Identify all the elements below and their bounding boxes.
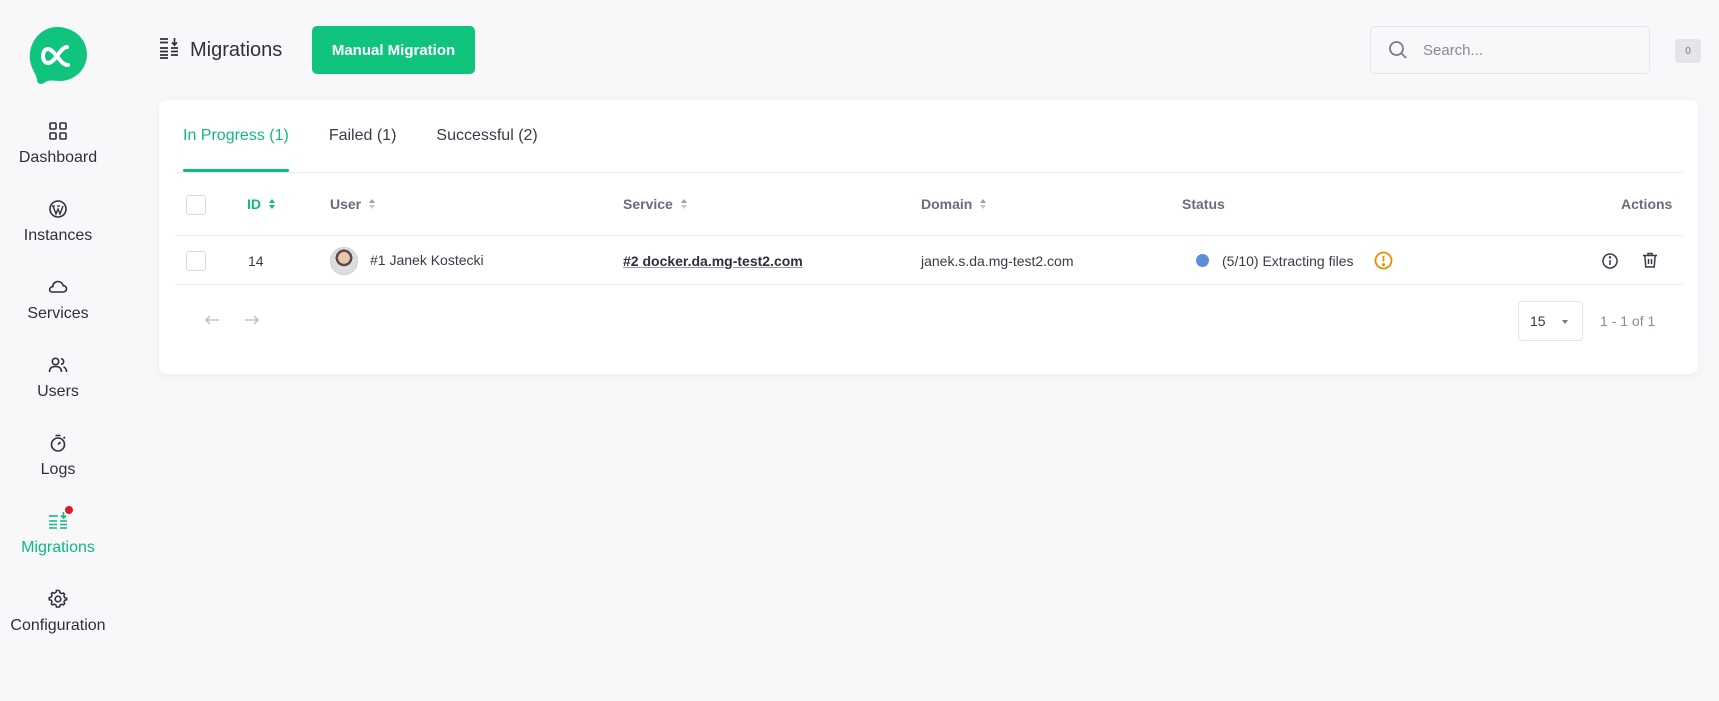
status-dot: [1196, 254, 1209, 267]
column-label: Status: [1182, 196, 1225, 212]
column-header-actions: Actions: [1621, 196, 1672, 212]
sidebar-item-instances[interactable]: Instances: [0, 198, 116, 268]
sidebar-item-label: Instances: [23, 227, 93, 244]
cell-id: 14: [248, 253, 264, 269]
pagination-range: 1 - 1 of 1: [1600, 313, 1656, 329]
column-header-status: Status: [1182, 196, 1225, 212]
prev-page-icon[interactable]: [203, 313, 221, 327]
warning-icon[interactable]: [1374, 251, 1393, 270]
timer-icon: [47, 432, 69, 454]
sidebar: Dashboard Instances Services Users Logs …: [0, 0, 116, 701]
sidebar-item-migrations[interactable]: Migrations: [0, 505, 116, 580]
users-icon: [47, 354, 69, 376]
chevron-down-icon: [1562, 320, 1568, 324]
column-label: User: [330, 196, 362, 212]
wordpress-icon: [47, 198, 69, 220]
per-page-value: 15: [1530, 313, 1546, 329]
sidebar-item-label: Services: [27, 305, 89, 322]
column-label: Actions: [1621, 196, 1673, 212]
sidebar-item-services[interactable]: Services: [0, 276, 116, 346]
grid-icon: [47, 120, 69, 142]
sort-icon: [369, 199, 376, 209]
migrations-card: In Progress (1) Failed (1) Successful (2…: [159, 100, 1698, 374]
sidebar-item-label: Users: [37, 383, 79, 400]
sidebar-item-label: Configuration: [10, 617, 106, 634]
column-label: Domain: [921, 196, 973, 212]
page-title: Migrations: [190, 38, 283, 61]
column-label: Service: [623, 196, 673, 212]
tab-successful[interactable]: Successful (2): [436, 100, 537, 172]
sidebar-item-configuration[interactable]: Configuration: [0, 588, 116, 658]
search-box[interactable]: [1370, 26, 1650, 74]
cell-status: (5/10) Extracting files: [1222, 253, 1354, 269]
manual-migration-button[interactable]: Manual Migration: [312, 26, 475, 74]
divider: [175, 284, 1682, 285]
trash-icon[interactable]: [1640, 250, 1660, 270]
divider: [175, 172, 1682, 173]
page-header: Migrations: [158, 26, 282, 74]
sidebar-item-logs[interactable]: Logs: [0, 432, 116, 502]
cloud-icon: [47, 276, 69, 298]
info-icon[interactable]: [1600, 251, 1620, 271]
column-label: ID: [247, 196, 261, 212]
cell-user[interactable]: #1 Janek Kostecki: [370, 252, 484, 268]
migrations-icon: [47, 505, 74, 532]
sort-icon: [680, 199, 687, 209]
select-all-checkbox[interactable]: [186, 195, 206, 215]
sort-icon: [980, 199, 987, 209]
column-header-user[interactable]: User: [330, 196, 376, 212]
counter-badge[interactable]: 0: [1675, 39, 1701, 63]
notification-dot: [64, 505, 74, 515]
app-logo[interactable]: [27, 25, 89, 85]
sort-icon: [269, 199, 275, 209]
tab-failed[interactable]: Failed (1): [329, 100, 397, 172]
cell-domain: janek.s.da.mg-test2.com: [921, 253, 1074, 269]
sidebar-item-label: Logs: [40, 461, 76, 478]
tab-bar: In Progress (1) Failed (1) Successful (2…: [183, 100, 538, 172]
column-header-service[interactable]: Service: [623, 196, 687, 212]
migrations-icon: [158, 36, 180, 65]
column-header-domain[interactable]: Domain: [921, 196, 987, 212]
tab-in-progress[interactable]: In Progress (1): [183, 100, 289, 172]
per-page-select[interactable]: 15: [1518, 301, 1583, 341]
next-page-icon[interactable]: [243, 313, 261, 327]
column-header-id[interactable]: ID: [247, 196, 275, 212]
search-icon: [1387, 39, 1409, 61]
sidebar-item-label: Dashboard: [18, 149, 98, 166]
gear-icon: [47, 588, 69, 610]
sidebar-item-users[interactable]: Users: [0, 354, 116, 424]
cell-service-link[interactable]: #2 docker.da.mg-test2.com: [623, 253, 803, 269]
sidebar-item-label: Migrations: [21, 539, 95, 556]
search-input[interactable]: [1423, 41, 1633, 59]
divider: [175, 235, 1682, 236]
row-checkbox[interactable]: [186, 251, 206, 271]
avatar: [330, 247, 358, 275]
sidebar-item-dashboard[interactable]: Dashboard: [0, 120, 116, 190]
